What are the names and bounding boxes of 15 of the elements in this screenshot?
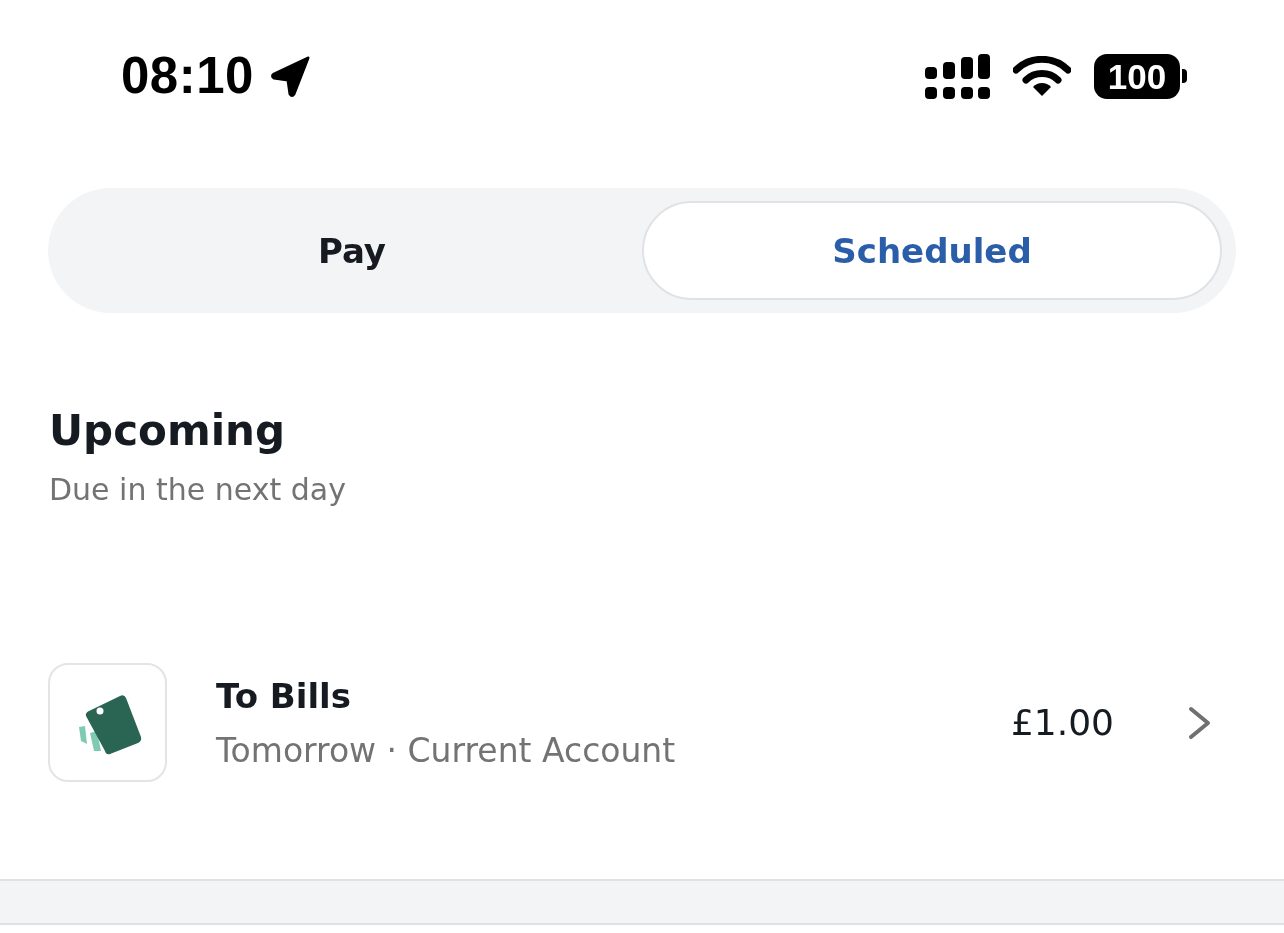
battery-cap-icon	[1182, 69, 1187, 83]
payment-title: To Bills	[216, 674, 352, 717]
chevron-right-icon	[1188, 705, 1212, 740]
tab[interactable]: Scheduled	[642, 201, 1222, 300]
section-subtitle: Due in the next day	[49, 471, 347, 509]
payment-details: Tomorrow · Current Account	[216, 730, 677, 771]
tab[interactable]: Pay	[62, 201, 642, 300]
section-title: Upcoming	[49, 405, 287, 457]
wifi-icon	[1013, 56, 1071, 96]
payment-amount: £1.00	[1010, 700, 1114, 745]
clock-time: 08:10	[121, 46, 254, 106]
card-icon	[48, 663, 167, 782]
signal-icon	[925, 53, 990, 99]
battery-level-text: 100	[1094, 53, 1180, 99]
location-arrow-icon	[270, 56, 311, 98]
